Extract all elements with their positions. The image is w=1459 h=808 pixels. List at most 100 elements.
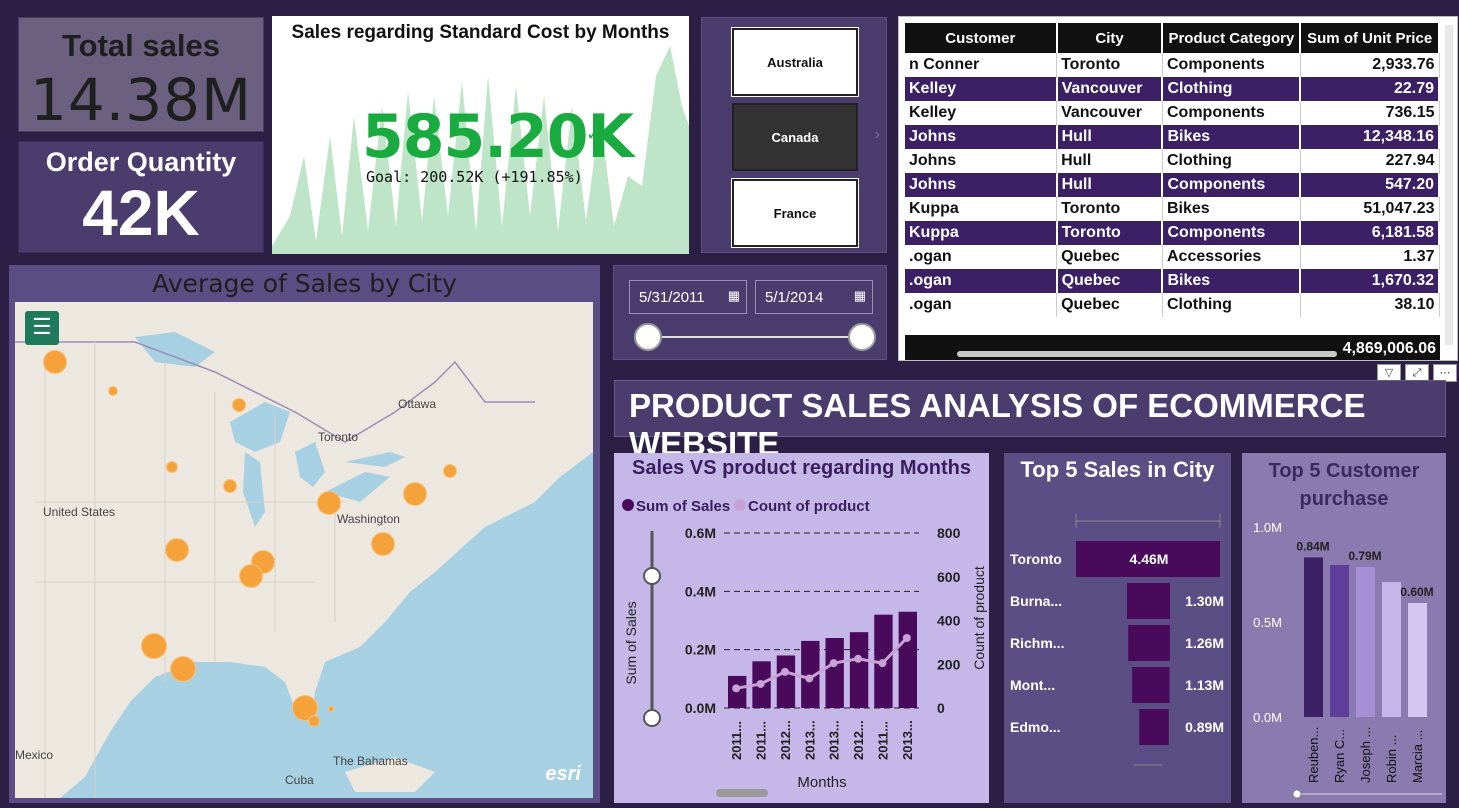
bar-customer <box>1330 565 1349 717</box>
table-row[interactable]: Kuppa Toronto Components 6,181.58 <box>905 221 1440 245</box>
horizontal-scrollbar[interactable] <box>957 351 1337 357</box>
date-slider-track[interactable] <box>647 336 863 338</box>
table-row[interactable]: .ogan Quebec Bikes 1,670.32 <box>905 269 1440 293</box>
combo-chart-svg: Sum of Sales Count of product 0.0M 0.2M 0.4M… <box>622 498 987 797</box>
column-header-product-category[interactable]: Product Category <box>1162 23 1302 53</box>
data-label: 0.84M <box>1296 539 1329 553</box>
start-date-input[interactable]: 5/31/2011 ▦ <box>629 280 747 314</box>
cell-unit-price: 22.79 <box>1300 77 1440 101</box>
point-count-product <box>732 684 741 693</box>
bar-customer <box>1356 566 1375 717</box>
map-bubble[interactable] <box>328 706 334 712</box>
data-label: 1.30M <box>1185 593 1224 609</box>
x-tick-label: 2011... <box>754 721 769 760</box>
table-row[interactable]: Kuppa Toronto Bikes 51,047.23 <box>905 197 1440 221</box>
map-bubble[interactable] <box>239 564 263 588</box>
total-sales-card: Total sales 14.38M <box>18 17 264 134</box>
standard-cost-kpi-card[interactable]: Sales regarding Standard Cost by Months … <box>272 16 689 254</box>
cell-unit-price: 1.37 <box>1300 245 1440 269</box>
column-header-sum-unit-price[interactable]: Sum of Unit Price <box>1300 23 1440 53</box>
cell-product-category: Clothing <box>1162 293 1301 317</box>
start-date-value: 5/31/2011 <box>639 289 705 306</box>
cell-product-category: Clothing <box>1162 77 1302 101</box>
dashboard-title-banner: PRODUCT SALES ANALYSIS OF ECOMMERCE WEBS… <box>614 380 1446 462</box>
point-count-product <box>805 674 814 683</box>
map-bubble[interactable] <box>141 633 167 659</box>
calendar-icon[interactable]: ▦ <box>854 288 866 304</box>
scroll-handle <box>1292 789 1302 799</box>
map-bubble[interactable] <box>108 386 118 396</box>
cell-unit-price: 12,348.16 <box>1300 125 1440 149</box>
end-date-input[interactable]: 5/1/2014 ▦ <box>755 280 873 314</box>
cell-product-category: Components <box>1162 221 1302 245</box>
y-tick-label: 1.0M <box>1253 520 1282 535</box>
bar-sales <box>776 655 796 708</box>
bar-city <box>1128 625 1170 661</box>
table-row[interactable]: Kelley Vancouver Clothing 22.79 <box>905 77 1440 101</box>
checkmark-icon: ✓ <box>586 124 602 144</box>
slicer-item-canada[interactable]: Canada <box>732 103 858 171</box>
chevron-right-icon[interactable]: › <box>875 126 880 144</box>
column-header-customer[interactable]: Customer <box>905 23 1058 53</box>
column-header-city[interactable]: City <box>1056 23 1164 53</box>
point-count-product <box>756 679 765 688</box>
x-tick-label: Marcia ... <box>1410 730 1425 783</box>
x-tick-label: Joseph ... <box>1358 727 1373 783</box>
calendar-icon[interactable]: ▦ <box>728 288 740 304</box>
date-slider-start-handle[interactable] <box>634 323 662 351</box>
cell-product-category: Accessories <box>1162 245 1301 269</box>
map-bubble[interactable] <box>308 715 320 727</box>
y-tick-label: 0.5M <box>1253 615 1282 630</box>
cell-customer: .ogan <box>905 245 1058 269</box>
slicer-item-france[interactable]: France <box>731 178 859 248</box>
map-label-toronto: Toronto <box>318 430 359 444</box>
map-menu-button[interactable]: ☰ <box>25 311 59 345</box>
dashboard-title: PRODUCT SALES ANALYSIS OF ECOMMERCE WEBS… <box>629 387 1366 462</box>
bar-city <box>1132 667 1170 703</box>
map-bubble[interactable] <box>232 398 246 412</box>
map-area[interactable]: Ottawa Toronto United States Washington … <box>15 302 593 798</box>
sales-vs-product-chart: Sales VS product regarding Months Sum of… <box>614 453 989 803</box>
cell-unit-price: 547.20 <box>1300 173 1440 197</box>
y2-tick-label: 0 <box>937 700 945 716</box>
table-row[interactable]: Johns Hull Bikes 12,348.16 <box>905 125 1440 149</box>
cell-customer: Kuppa <box>905 221 1058 245</box>
map-bubble[interactable] <box>165 538 189 562</box>
map-label-united-states: United States <box>43 505 116 519</box>
legend-marker <box>622 499 634 511</box>
map-bubble[interactable] <box>371 532 395 556</box>
table-row[interactable]: n Conner Toronto Components 2,933.76 <box>905 53 1440 77</box>
y2-tick-label: 600 <box>937 569 961 585</box>
table-row[interactable]: .ogan Quebec Accessories 1.37 <box>905 245 1440 269</box>
bar-customer <box>1408 603 1427 717</box>
map-label-cuba: Cuba <box>285 773 314 787</box>
map-bubble[interactable] <box>166 461 178 473</box>
cell-product-category: Bikes <box>1162 197 1301 221</box>
vertical-scrollbar[interactable] <box>1445 25 1453 345</box>
map-bubble[interactable] <box>223 479 237 493</box>
cell-customer: Kelley <box>905 77 1058 101</box>
legend-marker <box>734 499 746 511</box>
order-quantity-value: 42K <box>82 177 200 249</box>
data-label: 1.26M <box>1185 635 1224 651</box>
map-bubble[interactable] <box>317 491 341 515</box>
total-sales-title: Total sales <box>62 28 220 63</box>
table-row[interactable]: Kelley Vancouver Components 736.15 <box>905 101 1440 125</box>
country-slicer: Australia Canada France › <box>701 17 887 253</box>
slicer-item-australia[interactable]: Australia <box>731 27 859 97</box>
table-row[interactable]: Johns Hull Clothing 227.94 <box>905 149 1440 173</box>
date-slider-end-handle[interactable] <box>848 323 876 351</box>
map-bubble[interactable] <box>443 464 457 478</box>
table-total: 4,869,006.06 <box>905 335 1440 360</box>
map-bubble[interactable] <box>403 482 427 506</box>
y-tick-label: 0.0M <box>685 700 716 716</box>
y-tick-label: Toronto <box>1010 551 1062 567</box>
table-row[interactable]: Johns Hull Components 547.20 <box>905 173 1440 197</box>
y-tick-label: 0.6M <box>685 525 716 541</box>
map-bubble[interactable] <box>170 656 196 682</box>
top5-customer-chart: Top 5 Customer purchase 0.0M 0.5M 1.0M 0.84… <box>1242 453 1446 803</box>
data-label: 0.60M <box>1400 585 1433 599</box>
bar-city <box>1139 709 1169 745</box>
map-bubble[interactable] <box>43 350 67 374</box>
table-row[interactable]: .ogan Quebec Clothing 38.10 <box>905 293 1440 317</box>
